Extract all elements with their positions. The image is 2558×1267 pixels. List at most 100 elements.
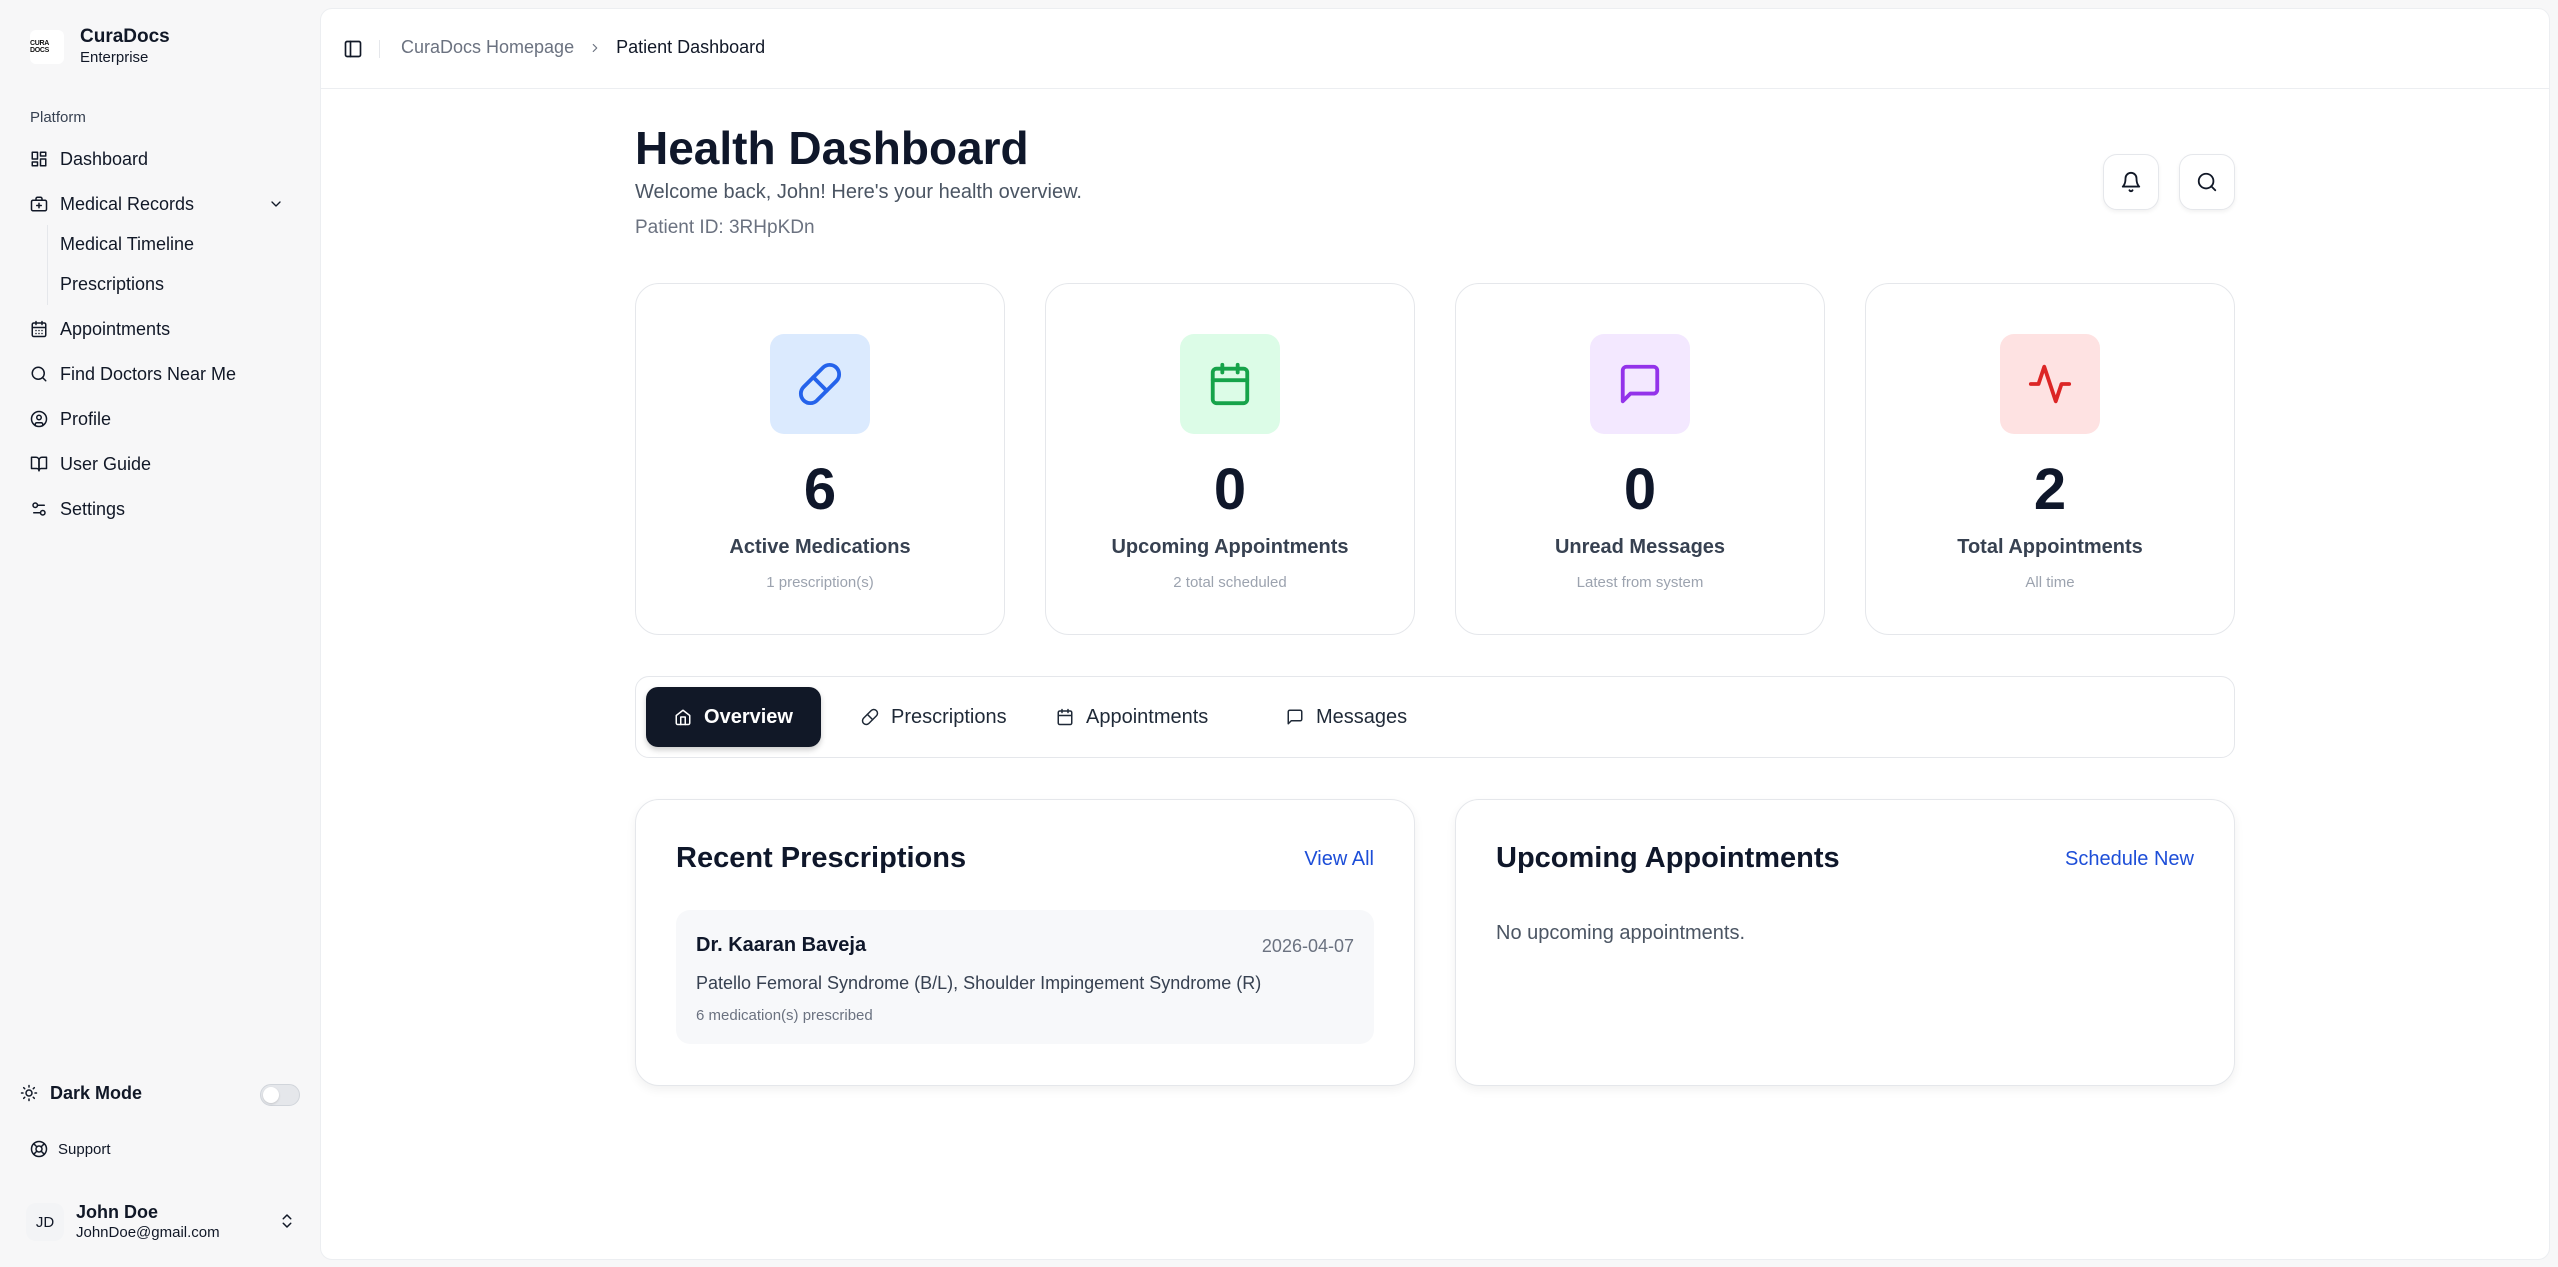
message-square-icon [1287, 709, 1303, 725]
chevron-down-icon[interactable] [268, 196, 284, 212]
chevron-right-icon [592, 43, 598, 52]
sidebar-subitem-medical-timeline[interactable]: Medical Timeline [60, 229, 194, 259]
panel-left-icon[interactable] [343, 39, 363, 59]
dark-mode-label: Dark Mode [50, 1082, 143, 1103]
tab-prescriptions[interactable]: Prescriptions [841, 687, 1027, 747]
sidebar-item-label: Profile [60, 408, 112, 429]
search-icon [2197, 172, 2217, 192]
user-circle-icon [30, 410, 48, 428]
welcome-text: Welcome back, John! Here's your health o… [635, 181, 1082, 203]
page-title: Health Dashboard [635, 122, 1029, 174]
bell-icon [2121, 172, 2141, 193]
search-button[interactable] [2179, 154, 2235, 210]
stat-value: 0 [1213, 457, 1247, 522]
stat-label: Unread Messages [1554, 536, 1726, 558]
tab-label: Prescriptions [891, 705, 1007, 728]
stat-card-active-medications[interactable]: 6 Active Medications 1 prescription(s) [635, 283, 1005, 635]
tab-label: Messages [1316, 705, 1408, 728]
empty-state-text: No upcoming appointments. [1496, 922, 1746, 944]
tab-appointments[interactable]: Appointments [1036, 687, 1228, 747]
sidebar-item-label: Find Doctors Near Me [60, 363, 237, 384]
patient-id: Patient ID: 3RHpKDn [635, 217, 815, 238]
stat-sub: All time [2025, 574, 2075, 591]
sidebar-item-medical-records[interactable]: Medical Records [20, 185, 300, 223]
tab-label: Overview [704, 705, 793, 728]
stat-card-upcoming-appointments[interactable]: 0 Upcoming Appointments 2 total schedule… [1045, 283, 1415, 635]
user-menu[interactable]: JD John Doe JohnDoe@gmail.com [26, 1198, 296, 1246]
sidebar: CURA DOCS CuraDocs Enterprise Platform D… [0, 0, 320, 1267]
prescription-diagnosis: Patello Femoral Syndrome (B/L), Shoulder… [696, 973, 1262, 993]
stat-value: 2 [2033, 457, 2067, 522]
breadcrumb-current: Patient Dashboard [616, 37, 766, 57]
pill-icon [798, 362, 842, 406]
schedule-new-link[interactable]: Schedule New [2065, 848, 2194, 871]
main-panel: CuraDocs Homepage Patient Dashboard Heal… [320, 8, 2550, 1260]
tab-messages[interactable]: Messages [1266, 687, 1427, 747]
toggle-knob [263, 1087, 279, 1103]
prescription-item[interactable]: Dr. Kaaran Baveja 2026-04-07 Patello Fem… [676, 910, 1374, 1044]
chevrons-up-down-icon [282, 1214, 292, 1228]
sidebar-item-settings[interactable]: Settings [20, 490, 300, 528]
stat-sub: 2 total scheduled [1173, 574, 1287, 591]
upcoming-appointments-panel: Upcoming Appointments Schedule New No up… [1455, 799, 2235, 1086]
stat-sub: 1 prescription(s) [766, 574, 874, 591]
activity-icon [2028, 364, 2072, 404]
sidebar-item-find-doctors[interactable]: Find Doctors Near Me [20, 355, 300, 393]
sidebar-group-label: Platform [30, 109, 86, 126]
book-open-icon [30, 456, 48, 472]
message-square-icon [1620, 364, 1660, 404]
prescription-doctor: Dr. Kaaran Baveja [696, 934, 867, 956]
support-label: Support [58, 1140, 111, 1158]
submenu-rail [47, 225, 48, 305]
view-all-link[interactable]: View All [1304, 848, 1374, 871]
sidebar-item-appointments[interactable]: Appointments [20, 310, 300, 348]
briefcase-medical-icon [30, 196, 48, 212]
search-icon [31, 366, 47, 382]
sidebar-item-label: Medical Records [60, 193, 195, 214]
sidebar-item-user-guide[interactable]: User Guide [20, 445, 300, 483]
prescription-date: 2026-04-07 [1261, 936, 1354, 956]
breadcrumb-home[interactable]: CuraDocs Homepage [401, 37, 574, 58]
user-name: John Doe [76, 1202, 159, 1222]
stat-card-unread-messages[interactable]: 0 Unread Messages Latest from system [1455, 283, 1825, 635]
brand-subtitle: Enterprise [80, 49, 149, 66]
stat-card-total-appointments[interactable]: 2 Total Appointments All time [1865, 283, 2235, 635]
topbar-divider [379, 40, 380, 58]
sidebar-item-label: Settings [60, 498, 126, 519]
stat-label: Active Medications [729, 536, 911, 558]
sun-icon [20, 1084, 38, 1102]
prescription-medication-count: 6 medication(s) prescribed [696, 1007, 873, 1024]
dashboard-tabs: Overview Prescriptions Appointments Mess… [635, 676, 2235, 758]
brand[interactable]: CURA DOCS CuraDocs Enterprise [30, 26, 170, 68]
brand-name: CuraDocs [80, 26, 170, 47]
sidebar-item-label: Dashboard [60, 148, 149, 169]
tab-label: Appointments [1086, 705, 1209, 728]
sidebar-item-label: User Guide [60, 453, 152, 474]
settings-sliders-icon [32, 502, 46, 516]
stat-icon-bg [2000, 334, 2100, 434]
calendar-icon [31, 320, 47, 338]
stat-icon-bg [770, 334, 870, 434]
stat-icon-bg [1180, 334, 1280, 434]
home-icon [675, 709, 691, 726]
brand-logo: CURA DOCS [30, 30, 64, 64]
stat-value: 6 [803, 457, 837, 522]
pill-icon [861, 708, 879, 726]
calendar-icon [1210, 362, 1250, 406]
sidebar-item-label: Appointments [60, 318, 171, 339]
sidebar-item-profile[interactable]: Profile [20, 400, 300, 438]
notifications-button[interactable] [2103, 154, 2159, 210]
support-link[interactable]: Support [30, 1140, 111, 1158]
stat-icon-bg [1590, 334, 1690, 434]
life-buoy-icon [30, 1140, 48, 1158]
stat-label: Upcoming Appointments [1111, 536, 1349, 558]
avatar: JD [26, 1203, 64, 1241]
tab-overview[interactable]: Overview [646, 687, 821, 747]
dark-mode-toggle[interactable] [260, 1084, 300, 1106]
stat-value: 0 [1623, 457, 1657, 522]
sidebar-subitem-prescriptions[interactable]: Prescriptions [60, 269, 164, 299]
stat-label: Total Appointments [1957, 536, 2143, 558]
panel-title: Upcoming Appointments [1496, 842, 1840, 874]
sidebar-item-dashboard[interactable]: Dashboard [20, 140, 300, 178]
user-email: JohnDoe@gmail.com [76, 1224, 220, 1241]
